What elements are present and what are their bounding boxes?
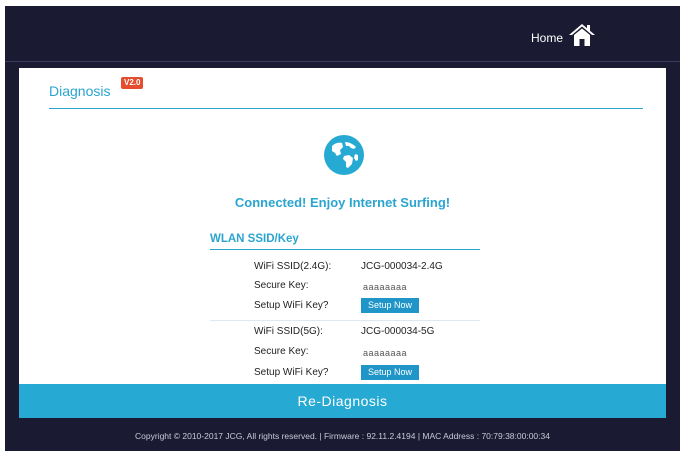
secure-key-5g-label: Secure Key:	[254, 346, 309, 357]
setup-now-5g-button[interactable]: Setup Now	[361, 365, 419, 380]
globe-icon	[324, 135, 364, 175]
home-link[interactable]: Home	[531, 22, 596, 48]
wlan-section-divider	[210, 249, 480, 250]
band-divider	[210, 320, 480, 321]
ssid-5g-value: JCG-000034-5G	[361, 326, 435, 337]
version-badge: V2.0	[121, 77, 144, 89]
home-icon[interactable]	[568, 22, 596, 48]
setup-now-24g-button[interactable]: Setup Now	[361, 298, 419, 313]
setup-wifi-key-24g-label: Setup WiFi Key?	[254, 300, 329, 311]
ssid-5g-label: WiFi SSID(5G):	[254, 326, 323, 337]
secure-key-24g-label: Secure Key:	[254, 280, 309, 291]
secure-key-5g-value: aaaaaaaa	[363, 348, 408, 358]
ssid-24g-value: JCG-000034-2.4G	[361, 261, 443, 272]
re-diagnosis-button[interactable]: Re-Diagnosis	[19, 384, 666, 418]
title-divider	[49, 108, 643, 109]
router-admin-frame: Home Diagnosis V2.0 Connected! Enjoy Int…	[5, 6, 680, 451]
top-bar: Home	[5, 6, 680, 62]
footer-info: Copyright © 2010-2017 JCG, All rights re…	[135, 431, 550, 441]
secure-key-24g-value: aaaaaaaa	[363, 282, 408, 292]
diagnosis-panel: Diagnosis V2.0 Connected! Enjoy Internet…	[19, 68, 666, 388]
page-title: Diagnosis	[49, 83, 111, 99]
ssid-24g-label: WiFi SSID(2.4G):	[254, 261, 332, 272]
connection-status-message: Connected! Enjoy Internet Surfing!	[234, 195, 451, 210]
wlan-section-title: WLAN SSID/Key	[210, 233, 299, 245]
setup-wifi-key-5g-label: Setup WiFi Key?	[254, 367, 329, 378]
home-label[interactable]: Home	[531, 31, 563, 45]
